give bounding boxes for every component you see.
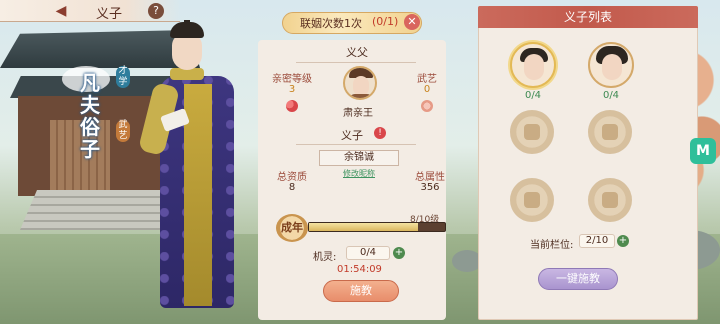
child-section-title: 义子: [341, 129, 363, 142]
avatar-face: [524, 54, 544, 80]
add-slot-icon[interactable]: +: [617, 235, 629, 247]
wit-label: 机灵:: [313, 252, 337, 263]
avatar-face: [602, 54, 622, 80]
empty-slot-mark: [602, 192, 618, 208]
child-slot-2[interactable]: [588, 42, 634, 88]
level-progress-fill: [309, 223, 418, 231]
divider: [296, 144, 416, 145]
heart-icon: [286, 100, 298, 112]
martial-label: 武艺: [417, 74, 437, 85]
father-avatar[interactable]: [343, 66, 377, 100]
page-title: 义子: [96, 7, 123, 22]
divider: [296, 62, 416, 63]
rename-link[interactable]: 修改昵称: [330, 168, 388, 179]
aptitude-value: 8: [288, 182, 296, 193]
child-slot-1[interactable]: [510, 42, 556, 88]
marriage-label: 联姻次数1次: [300, 17, 362, 30]
avatar-face: [353, 76, 369, 96]
empty-slot[interactable]: [588, 110, 632, 154]
intimacy-label: 亲密等级: [272, 74, 312, 85]
one-key-teach-button[interactable]: 一键施教: [538, 268, 618, 290]
empty-slot[interactable]: [588, 178, 632, 222]
character-name: 凡夫俗子: [80, 71, 100, 161]
empty-slot-mark: [602, 124, 618, 140]
empty-slot-mark: [524, 192, 540, 208]
attribute-label: 总属性: [415, 172, 445, 183]
talent-tag: 才学: [116, 66, 130, 88]
marriage-count: (0/1): [372, 15, 399, 28]
current-slot-value: 2/10: [579, 234, 615, 248]
attribute-value: 356: [420, 182, 440, 193]
child-name: 余锦诚: [319, 150, 399, 166]
art-icon: [421, 100, 433, 112]
empty-slot[interactable]: [510, 110, 554, 154]
father-name: 肃亲王: [343, 108, 373, 119]
child-slot-1-count: 0/4: [524, 90, 542, 101]
close-icon[interactable]: ✕: [404, 14, 420, 30]
empty-slot-mark: [524, 124, 540, 140]
current-slot-label: 当前栏位:: [530, 240, 574, 251]
martial-value: 0: [423, 84, 431, 95]
martial-tag: 武艺: [116, 120, 130, 142]
intimacy-value: 3: [288, 84, 296, 95]
child-list-title: 义子列表: [478, 6, 698, 28]
child-slot-2-count: 0/4: [602, 90, 620, 101]
character-portrait: [137, 14, 250, 320]
empty-slot[interactable]: [510, 178, 554, 222]
wit-timer: 01:54:09: [337, 264, 382, 275]
teach-button[interactable]: 施教: [323, 280, 399, 302]
father-section-title: 义父: [346, 46, 368, 59]
character-face: [172, 34, 202, 70]
stage-badge: 成年: [276, 214, 308, 242]
alert-icon: !: [374, 127, 386, 139]
back-icon[interactable]: ◀: [46, 3, 76, 19]
aptitude-label: 总资质: [277, 172, 307, 183]
wit-value: 0/4: [346, 246, 390, 260]
character-braid: [184, 20, 190, 32]
level-progress-bar: [308, 222, 446, 232]
plus-icon[interactable]: +: [393, 247, 405, 259]
side-logo-icon[interactable]: M: [690, 138, 716, 164]
character-name-plate: 凡夫俗子: [62, 66, 110, 160]
